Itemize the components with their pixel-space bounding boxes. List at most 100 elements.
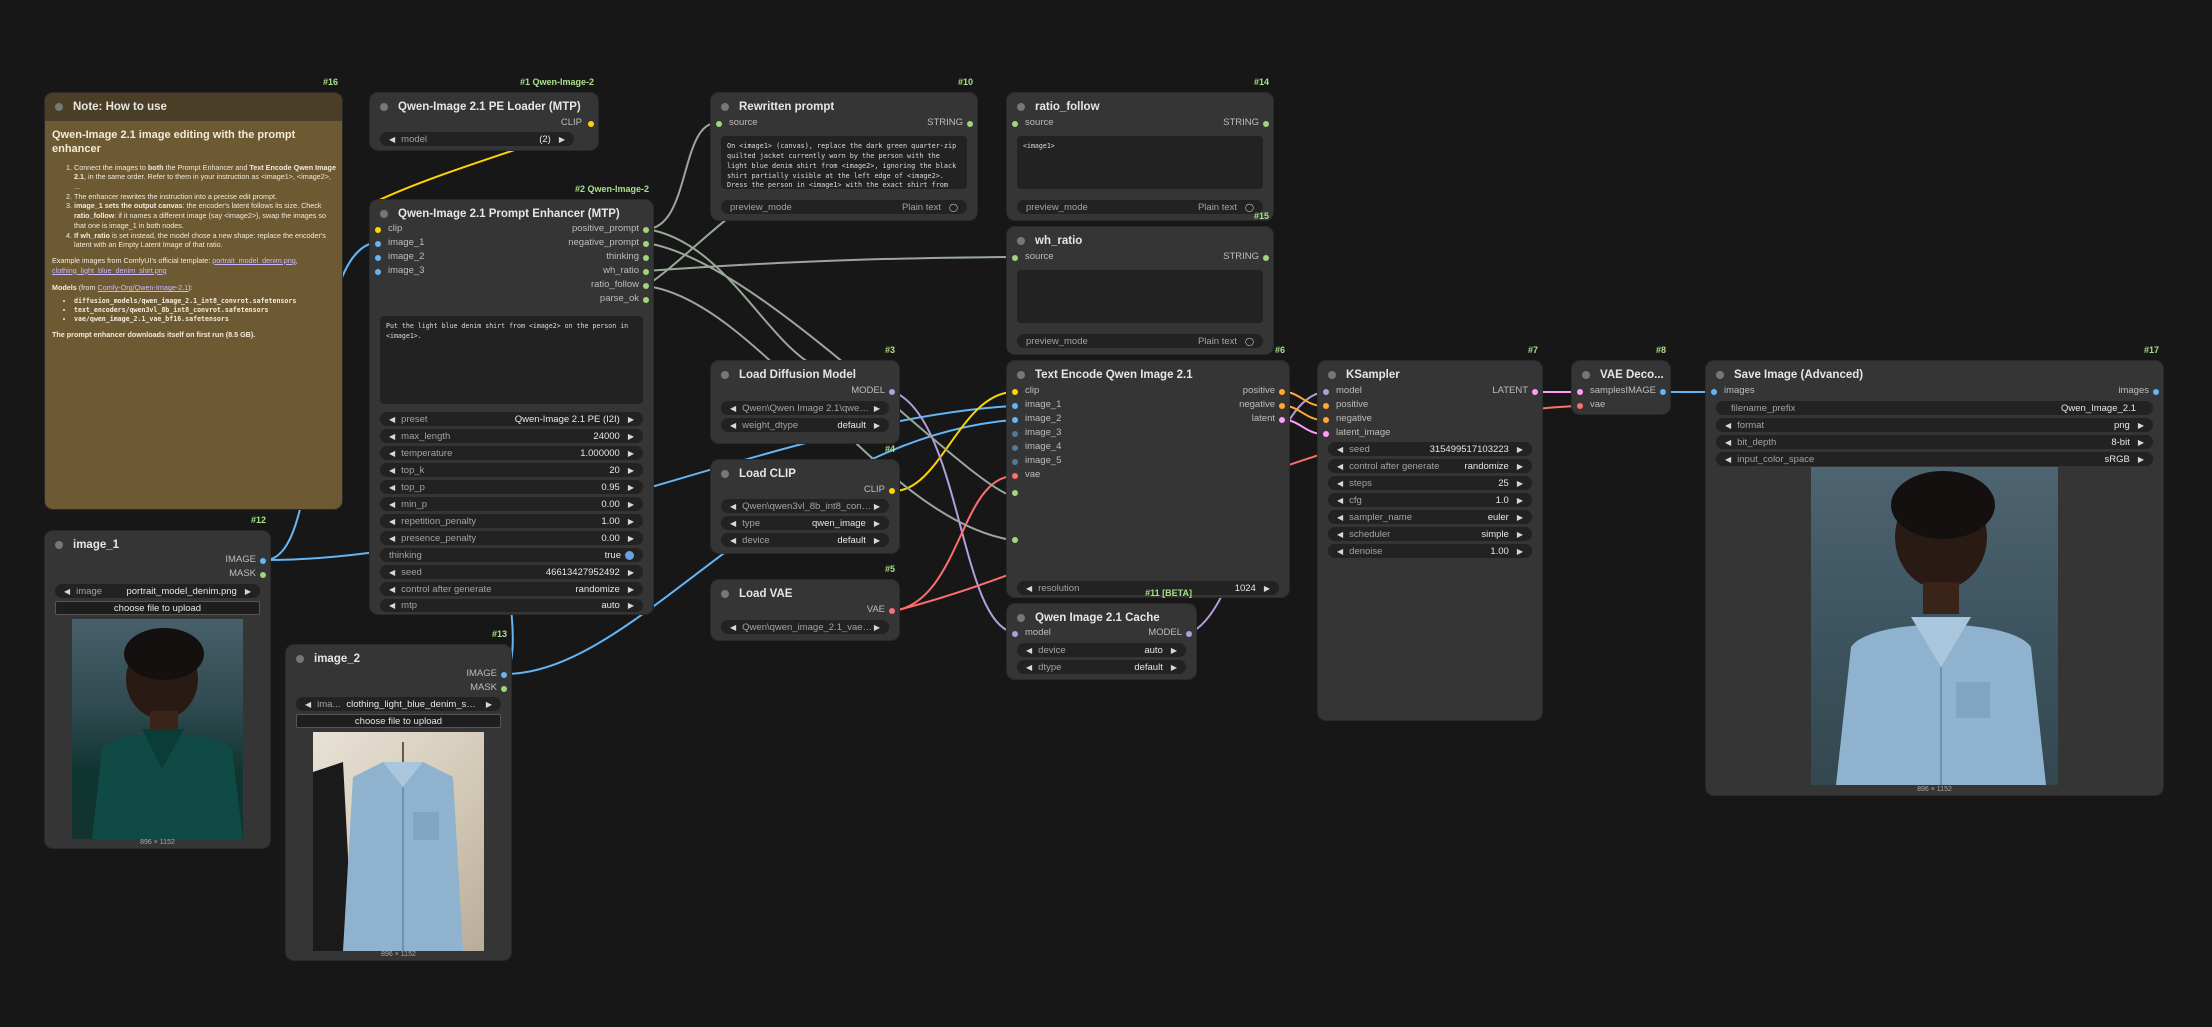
image-output-port[interactable]	[501, 672, 507, 678]
ratio-follow-node[interactable]: #14 ratio_follow source STRING <image1> p…	[1007, 77, 1273, 220]
seed-input[interactable]: ◀ seed 315499517103223 ▶	[1328, 442, 1532, 456]
top-p-input[interactable]: ◀ top_p 0.95 ▶	[380, 480, 643, 494]
mtp-select[interactable]: ◀ mtp auto ▶	[380, 599, 643, 612]
presence-penalty-input[interactable]: ◀ presence_penalty 0.00 ▶	[380, 531, 643, 545]
collapse-dot-icon[interactable]	[55, 541, 63, 549]
load-diffusion-node[interactable]: #3 Load Diffusion Model MODEL ◀ Qwen\Qwen…	[711, 345, 899, 443]
ratio-follow-text[interactable]: <image1>	[1017, 136, 1263, 189]
note-node[interactable]: #16 Note: How to use Qwen-Image 2.1 imag…	[45, 77, 342, 509]
cache-node[interactable]: #11 [BETA] Qwen Image 2.1 Cache model MOD…	[1007, 588, 1196, 679]
collapse-dot-icon[interactable]	[721, 103, 729, 111]
negative-prompt-output-port[interactable]	[643, 241, 649, 247]
thinking-output-port[interactable]	[643, 255, 649, 261]
image3-input-port[interactable]	[1012, 431, 1018, 437]
collapse-dot-icon[interactable]	[296, 655, 304, 663]
text-encode-node[interactable]: #6 Text Encode Qwen Image 2.1 clip positi…	[1007, 345, 1289, 597]
wire-string-pos[interactable]	[645, 228, 809, 363]
preview-mode-select[interactable]: preview_mode Plain text ◯	[721, 200, 967, 214]
cfg-input[interactable]: ◀ cfg 1.0 ▶	[1328, 493, 1532, 507]
steps-input[interactable]: ◀ steps 25 ▶	[1328, 476, 1532, 490]
vae-output-port[interactable]	[889, 608, 895, 614]
collapse-dot-icon[interactable]	[1017, 614, 1025, 622]
format-select[interactable]: ◀ format png ▶	[1716, 418, 2153, 432]
wh-ratio-node[interactable]: #15 wh_ratio source STRING preview_mode Pl…	[1007, 211, 1273, 354]
positive-input-port[interactable]	[1323, 403, 1329, 409]
negative-output-port[interactable]	[1279, 403, 1285, 409]
example-link[interactable]: clothing_light_blue_denim_shirt.png	[52, 266, 167, 275]
collapse-dot-icon[interactable]	[1582, 371, 1590, 379]
mask-output-port[interactable]	[501, 686, 507, 692]
weight-dtype-select[interactable]: ◀ weight_dtype default ▶	[721, 418, 889, 432]
wire-vae-encode[interactable]	[893, 475, 1013, 612]
upload-button[interactable]: choose file to upload	[296, 714, 501, 728]
string-output-port[interactable]	[1263, 121, 1269, 127]
parse-ok-output-port[interactable]	[643, 297, 649, 303]
model-input-port[interactable]	[1012, 631, 1018, 637]
image2-input-port[interactable]	[1012, 417, 1018, 423]
rewritten-prompt-node[interactable]: #10 Rewritten prompt source STRING On <im…	[711, 77, 977, 220]
images-output-port[interactable]	[2153, 389, 2159, 395]
model-output-port[interactable]	[889, 389, 895, 395]
load-vae-node[interactable]: #5 Load VAE VAE ◀ Qwen\qwen_image_2.1_vae…	[711, 564, 899, 640]
image-select[interactable]: ◀ image portrait_model_denim.png ▶	[55, 584, 260, 598]
positive-prompt-input-port[interactable]	[1012, 490, 1018, 496]
collapse-dot-icon[interactable]	[1017, 237, 1025, 245]
wire-string-rewritten[interactable]	[645, 122, 717, 230]
mask-output-port[interactable]	[260, 572, 266, 578]
clip-output-port[interactable]	[889, 488, 895, 494]
sampler-name-select[interactable]: ◀ sampler_name euler ▶	[1328, 510, 1532, 524]
samples-input-port[interactable]	[1577, 389, 1583, 395]
toggle-icon[interactable]	[625, 550, 634, 560]
ksampler-node[interactable]: #7 KSampler model LATENT positive negativ…	[1318, 345, 1542, 720]
ratio-follow-output-port[interactable]	[643, 283, 649, 289]
wire-diffusion-cache[interactable]	[893, 391, 1013, 633]
models-link[interactable]: Comfy-Org/Qwen-Image-2.1	[98, 283, 189, 292]
model-select[interactable]: ◀ model (2) ▶	[380, 132, 574, 146]
vae-name-select[interactable]: ◀Qwen\qwen_image_2.1_vae_bf1...▶	[721, 620, 889, 634]
denoise-input[interactable]: ◀ denoise 1.00 ▶	[1328, 544, 1532, 558]
image-select[interactable]: ◀ima...clothing_light_blue_denim_shirt.p…	[296, 697, 501, 711]
instruction-textarea[interactable]: Put the light blue denim shirt from <ima…	[380, 316, 643, 404]
wire-string-wh[interactable]	[645, 256, 1013, 272]
repetition-penalty-input[interactable]: ◀ repetition_penalty 1.00 ▶	[380, 514, 643, 528]
image-output-port[interactable]	[1660, 389, 1666, 395]
cache-device-select[interactable]: ◀ device auto ▶	[1017, 643, 1186, 657]
latent-image-input-port[interactable]	[1323, 431, 1329, 437]
vae-input-port[interactable]	[1012, 473, 1018, 479]
control-after-generate-select[interactable]: ◀ control after generate randomize ▶	[380, 582, 643, 596]
wh-ratio-output-port[interactable]	[643, 269, 649, 275]
collapse-dot-icon[interactable]	[1017, 371, 1025, 379]
image1-input-port[interactable]	[1012, 403, 1018, 409]
image1-node[interactable]: #12 image_1 IMAGE MASK ◀ image portrait_mo…	[45, 515, 270, 848]
negative-prompt-input-port[interactable]	[1012, 537, 1018, 543]
latent-output-port[interactable]	[1532, 389, 1538, 395]
clip-name-select[interactable]: ◀ Qwen\qwen3vl_8b_int8_convro... ▶	[721, 499, 889, 513]
wire-clip-encode[interactable]	[893, 391, 1013, 492]
collapse-dot-icon[interactable]	[380, 103, 388, 111]
image5-input-port[interactable]	[1012, 459, 1018, 465]
upload-button[interactable]: choose file to upload	[55, 601, 260, 615]
unet-name-select[interactable]: ◀ Qwen\Qwen Image 2.1\qwen_i... ▶	[721, 401, 889, 415]
color-space-select[interactable]: ◀ input_color_space sRGB ▶	[1716, 452, 2153, 466]
source-input-port[interactable]	[716, 121, 722, 127]
collapse-dot-icon[interactable]	[55, 103, 63, 111]
node-title[interactable]: Note: How to use	[45, 93, 342, 121]
wh-ratio-text[interactable]	[1017, 270, 1263, 323]
max-length-input[interactable]: ◀ max_length 24000 ▶	[380, 429, 643, 443]
prompt-enhancer-node[interactable]: #2 Qwen-Image-2 Qwen-Image 2.1 Prompt En…	[370, 184, 653, 614]
collapse-dot-icon[interactable]	[721, 590, 729, 598]
source-input-port[interactable]	[1012, 255, 1018, 261]
load-clip-node[interactable]: #4 Load CLIP CLIP ◀ Qwen\qwen3vl_8b_int8_…	[711, 444, 899, 553]
image1-input-port[interactable]	[375, 241, 381, 247]
collapse-dot-icon[interactable]	[1017, 103, 1025, 111]
cache-dtype-select[interactable]: ◀ dtype default ▶	[1017, 660, 1186, 674]
latent-output-port[interactable]	[1279, 417, 1285, 423]
string-output-port[interactable]	[1263, 255, 1269, 261]
clip-type-select[interactable]: ◀ type qwen_image ▶	[721, 516, 889, 530]
save-image-node[interactable]: #17 Save Image (Advanced) images images f…	[1706, 345, 2163, 795]
collapse-dot-icon[interactable]	[1328, 371, 1336, 379]
vae-input-port[interactable]	[1577, 403, 1583, 409]
preview-mode-select[interactable]: preview_mode Plain text ◯	[1017, 200, 1263, 214]
model-output-port[interactable]	[1186, 631, 1192, 637]
collapse-dot-icon[interactable]	[380, 210, 388, 218]
